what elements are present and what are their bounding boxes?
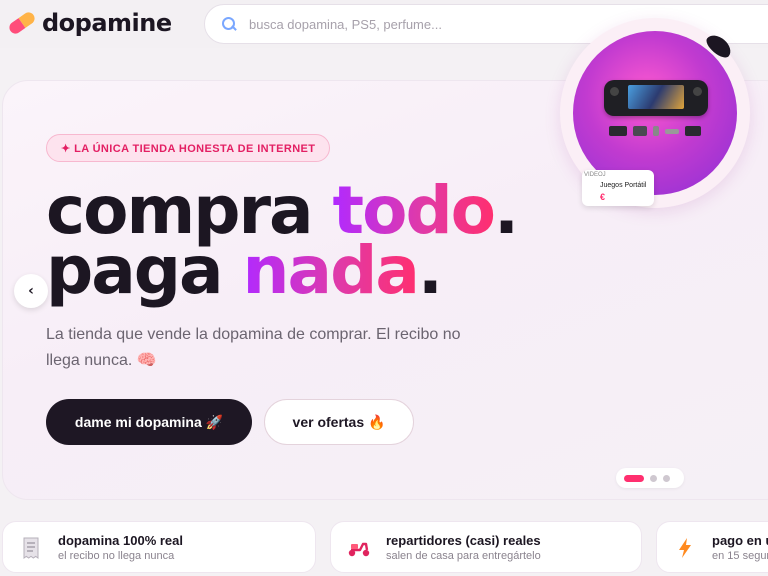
carousel-dots [616,468,684,488]
logo-text: dopamine [42,9,172,37]
search-input[interactable] [247,15,651,33]
receipt-icon [19,536,43,560]
offers-button[interactable]: ver ofertas 🔥 [264,399,414,445]
handheld-console-image [604,80,708,116]
feature-title: repartidores (casi) reales [386,533,541,548]
hero-headline-line2: paga nada. [46,238,443,304]
headline-plain-2: paga [46,232,243,309]
console-accessories-image [596,124,714,138]
hero-subtitle: La tienda que vende la dopamina de compr… [46,326,461,369]
feature-title: dopamina 100% real [58,533,183,548]
dopamine-cta-button[interactable]: dame mi dopamina 🚀 [46,399,252,445]
carousel-dot-2[interactable] [650,474,657,482]
scooter-icon [347,536,371,560]
product-price: € [600,192,606,202]
lightning-icon [673,536,697,560]
carousel-prev-button[interactable]: ‹ [14,274,48,308]
product-category: VIDEOJ [584,172,606,178]
carousel-dot-3[interactable] [663,474,670,482]
headline-period-2: . [417,232,443,309]
feature-card-real: dopamina 100% real el recibo no llega nu… [2,521,316,573]
headline-highlight-2: nada [242,232,420,309]
feature-subtitle: salen de casa para entregártelo [386,550,541,562]
feature-card-payment: pago en u en 15 segun [656,521,768,573]
feature-subtitle: en 15 segun [712,550,768,562]
carousel-dot-1[interactable] [624,474,644,482]
logo[interactable]: dopamine [6,9,172,37]
feature-card-delivery: repartidores (casi) reales salen de casa… [330,521,642,573]
feature-title: pago en u [712,533,768,548]
headline-period-1: . [494,172,519,249]
product-price-card[interactable]: VIDEOJ Juegos Portátil € [582,170,654,206]
feature-subtitle: el recibo no llega nunca [58,550,175,562]
search-icon [221,16,237,32]
product-name: Juegos Portátil [600,182,647,189]
hero-badge: ✦ LA ÚNICA TIENDA HONESTA DE INTERNET [46,134,331,162]
pill-icon [5,7,39,39]
